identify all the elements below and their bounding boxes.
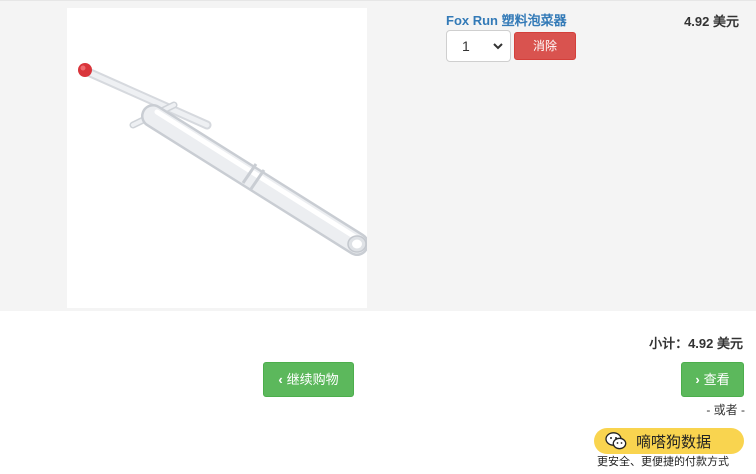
continue-shopping-label: 继续购物	[286, 372, 339, 387]
checkout-label: 查看	[703, 372, 730, 387]
chevron-left-icon: ‹	[278, 372, 283, 387]
remove-button[interactable]: 消除	[514, 32, 576, 60]
wechat-icon	[605, 432, 627, 450]
chevron-right-icon: ›	[695, 372, 700, 387]
continue-shopping-button[interactable]: ‹ 继续购物	[263, 362, 354, 397]
cart-subtotal: 小计：4.92 美元	[649, 336, 743, 351]
badge-text: 嘀嗒狗数据	[636, 434, 712, 451]
payment-note: 更安全、更便捷的付款方式	[597, 456, 729, 468]
or-divider: - 或者 -	[706, 403, 745, 417]
quantity-value: 1	[462, 38, 470, 54]
chevron-down-icon	[493, 43, 503, 50]
pickle-picker-illustration	[78, 63, 369, 256]
quantity-select[interactable]: 1	[446, 30, 511, 62]
checkout-button[interactable]: › 查看	[681, 362, 744, 397]
product-image[interactable]	[67, 8, 369, 308]
product-name-link[interactable]: Fox Run 塑料泡菜器	[446, 10, 567, 29]
wechat-badge: 嘀嗒狗数据	[594, 428, 744, 454]
cart-item-row: Fox Run 塑料泡菜器 1 消除 4.92 美元	[0, 0, 756, 311]
item-price: 4.92 美元	[684, 14, 739, 29]
